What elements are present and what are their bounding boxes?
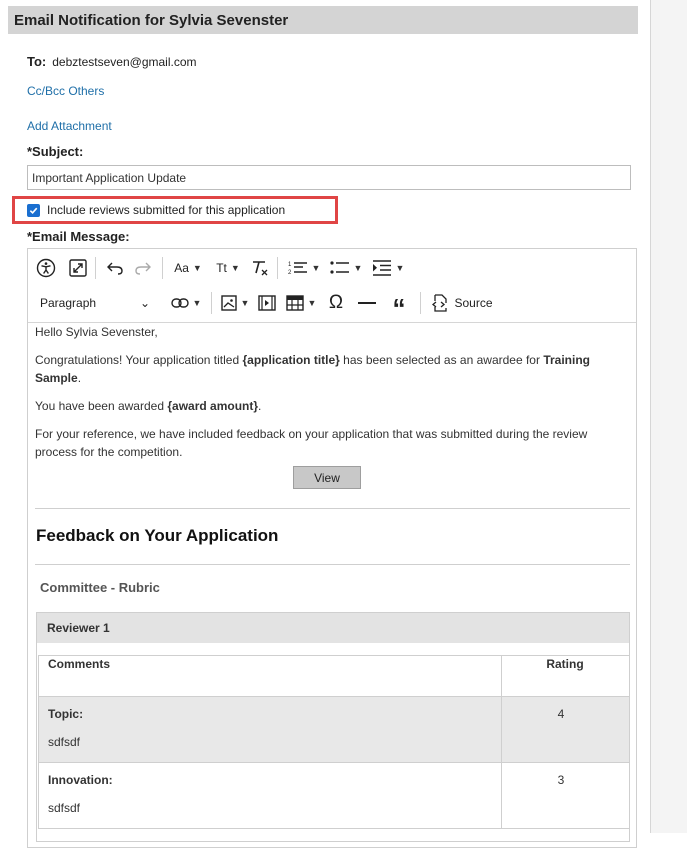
column-header-comments: Comments xyxy=(38,655,502,697)
text-transform-label: Tt xyxy=(216,261,227,275)
feedback-heading: Feedback on Your Application xyxy=(36,526,279,545)
page-title: Email Notification for Sylvia Sevenster xyxy=(14,11,289,29)
congrats-text-3: . xyxy=(77,371,82,385)
media-icon[interactable] xyxy=(253,290,281,316)
font-size-icon[interactable]: Aa ▼ xyxy=(168,255,208,281)
editor-toolbar: Aa ▼ Tt ▼ 12 ▼ ▼ ▼ Paragraph ⌄ ▼ ▼ ▼ Ω “… xyxy=(28,249,636,323)
recipient-row: To: debztestseven@gmail.com xyxy=(27,54,197,69)
paragraph-format-select[interactable]: Paragraph ⌄ xyxy=(34,290,156,316)
chevron-down-icon: ▼ xyxy=(240,298,250,308)
to-label: To: xyxy=(27,54,47,69)
chevron-down-icon: ▼ xyxy=(307,298,317,308)
reference-paragraph: For your reference, we have included fee… xyxy=(35,427,588,459)
email-message-label: *Email Message: xyxy=(27,229,130,244)
subject-label: *Subject: xyxy=(27,144,84,159)
congrats-text-1: Congratulations! Your application titled xyxy=(35,353,243,367)
rubric-heading: Committee - Rubric xyxy=(40,580,160,595)
chevron-down-icon: ▼ xyxy=(192,298,202,308)
blockquote-icon[interactable]: “ xyxy=(383,290,415,323)
reviewer-name: Reviewer 1 xyxy=(47,621,110,635)
svg-text:2: 2 xyxy=(288,270,292,276)
include-reviews-option[interactable]: Include reviews submitted for this appli… xyxy=(12,196,338,224)
congrats-text-2: has been selected as an awardee for xyxy=(339,353,544,367)
view-button[interactable]: View xyxy=(293,466,361,489)
comment-text: sdfsdf xyxy=(48,735,81,749)
table-icon[interactable]: ▼ xyxy=(281,290,321,316)
reviewer-section: Reviewer 1 Comments Rating Topic: sdfsdf… xyxy=(36,612,630,842)
recipient-email: debztestseven@gmail.com xyxy=(52,55,197,69)
subject-input[interactable] xyxy=(27,165,631,190)
chevron-down-icon: ▼ xyxy=(395,263,405,273)
font-size-label: Aa xyxy=(174,261,189,275)
toolbar-row-2: Paragraph ⌄ ▼ ▼ ▼ Ω “ Source xyxy=(28,285,642,323)
source-icon xyxy=(432,294,448,312)
rich-text-editor: Aa ▼ Tt ▼ 12 ▼ ▼ ▼ Paragraph ⌄ ▼ ▼ ▼ Ω “… xyxy=(27,248,637,848)
comment-cell: Topic: sdfsdf xyxy=(38,696,502,763)
review-table: Comments Rating Topic: sdfsdf 4 Innovati… xyxy=(38,655,630,829)
indent-icon[interactable]: ▼ xyxy=(367,255,409,281)
checkmark-icon xyxy=(29,207,38,214)
source-button[interactable]: Source xyxy=(426,290,498,316)
undo-icon[interactable] xyxy=(101,255,129,281)
image-icon[interactable]: ▼ xyxy=(217,290,253,316)
criterion-label: Topic: xyxy=(48,707,84,721)
toolbar-row-1: Aa ▼ Tt ▼ 12 ▼ ▼ ▼ xyxy=(28,250,642,286)
reviewer-header: Reviewer 1 xyxy=(37,613,629,643)
award-paragraph: You have been awarded {award amount}. xyxy=(35,397,625,415)
maximize-icon[interactable] xyxy=(66,255,90,281)
add-attachment-link[interactable]: Add Attachment xyxy=(27,119,112,133)
award-text-1: You have been awarded xyxy=(35,399,168,413)
greeting-text: Hello Sylvia Sevenster, xyxy=(35,325,158,339)
criterion-label: Innovation: xyxy=(48,773,113,787)
congrats-paragraph: Congratulations! Your application titled… xyxy=(35,351,625,387)
horizontal-line-icon[interactable] xyxy=(351,290,383,316)
numbered-list-icon[interactable]: 1 2 ▼ xyxy=(283,255,325,281)
rating-cell: 3 xyxy=(501,762,630,829)
comment-text: sdfsdf xyxy=(48,801,81,815)
comment-cell: Innovation: sdfsdf xyxy=(38,762,502,829)
award-amount-token: {award amount} xyxy=(167,399,259,413)
table-row: Topic: sdfsdf 4 xyxy=(38,696,630,763)
divider xyxy=(35,508,630,509)
paragraph-label: Paragraph xyxy=(40,296,97,310)
chevron-down-icon: ▼ xyxy=(353,263,363,273)
source-label: Source xyxy=(454,296,493,310)
special-character-icon[interactable]: Ω xyxy=(321,290,351,316)
chevron-down-icon: ▼ xyxy=(311,263,321,273)
accessibility-icon[interactable] xyxy=(34,255,58,281)
include-reviews-label: Include reviews submitted for this appli… xyxy=(47,203,286,217)
page-background xyxy=(651,0,687,833)
redo-icon[interactable] xyxy=(129,255,157,281)
table-row: Innovation: sdfsdf 3 xyxy=(38,762,630,829)
award-text-2: . xyxy=(258,399,262,413)
email-panel: Email Notification for Sylvia Sevenster … xyxy=(0,0,651,848)
link-icon[interactable]: ▼ xyxy=(166,290,206,316)
divider xyxy=(35,564,630,565)
cc-bcc-link[interactable]: Cc/Bcc Others xyxy=(27,84,104,98)
text-transform-icon[interactable]: Tt ▼ xyxy=(208,255,248,281)
chevron-down-icon: ⌄ xyxy=(139,296,150,310)
chevron-down-icon: ▼ xyxy=(192,263,202,273)
column-header-rating: Rating xyxy=(501,655,630,697)
rating-cell: 4 xyxy=(501,696,630,763)
include-reviews-checkbox[interactable] xyxy=(27,203,40,217)
table-header-row: Comments Rating xyxy=(38,655,630,697)
chevron-down-icon: ▼ xyxy=(230,263,240,273)
application-title-token: {application title} xyxy=(242,353,340,367)
remove-format-icon[interactable] xyxy=(248,255,272,281)
svg-text:1: 1 xyxy=(288,262,292,268)
panel-header: Email Notification for Sylvia Sevenster xyxy=(8,6,638,34)
bulleted-list-icon[interactable]: ▼ xyxy=(325,255,367,281)
